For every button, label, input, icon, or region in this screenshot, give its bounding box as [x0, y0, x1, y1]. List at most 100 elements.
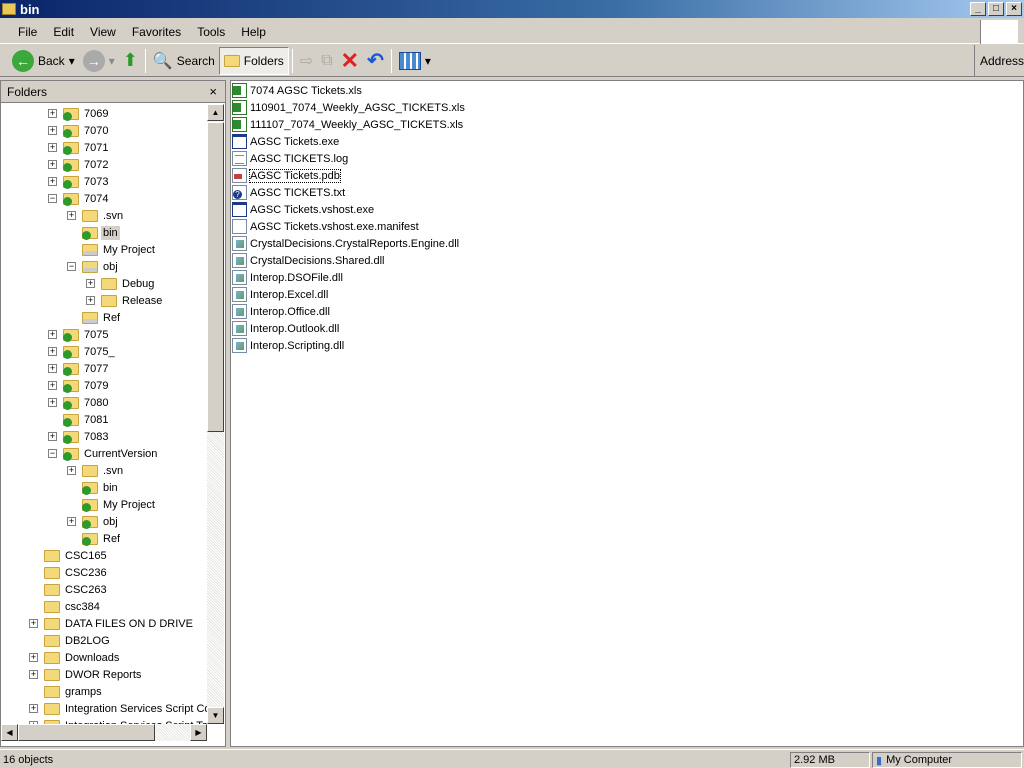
- tree-item[interactable]: +7075: [1, 326, 207, 343]
- maximize-button[interactable]: □: [988, 2, 1004, 16]
- scroll-thumb[interactable]: [18, 724, 155, 741]
- scroll-thumb[interactable]: [207, 122, 224, 432]
- menu-file[interactable]: File: [10, 25, 45, 39]
- file-item[interactable]: 110901_7074_Weekly_AGSC_TICKETS.xls: [232, 99, 465, 116]
- expand-icon[interactable]: +: [29, 653, 38, 662]
- file-item[interactable]: AGSC TICKETS.log: [232, 150, 348, 167]
- tree-item[interactable]: My Project: [1, 496, 207, 513]
- tree-item[interactable]: +7073: [1, 173, 207, 190]
- tree-item[interactable]: + obj: [1, 513, 207, 530]
- expand-icon[interactable]: +: [86, 279, 95, 288]
- tree-item[interactable]: +7079: [1, 377, 207, 394]
- file-item[interactable]: AGSC Tickets.exe: [232, 133, 339, 150]
- tree-item[interactable]: +7080: [1, 394, 207, 411]
- expand-icon[interactable]: +: [48, 347, 57, 356]
- views-button[interactable]: ▾: [395, 47, 435, 75]
- tree-item[interactable]: + Debug: [1, 275, 207, 292]
- collapse-icon[interactable]: −: [48, 194, 57, 203]
- scroll-up-button[interactable]: ▲: [207, 104, 224, 121]
- tree-item[interactable]: +7075_: [1, 343, 207, 360]
- dropdown-arrow-icon[interactable]: ▾: [69, 54, 75, 68]
- tree-item[interactable]: CSC236: [1, 564, 207, 581]
- tree-item[interactable]: +7071: [1, 139, 207, 156]
- tree-item[interactable]: + Integration Services Script Co: [1, 700, 207, 717]
- tree-item[interactable]: +7072: [1, 156, 207, 173]
- copy-to-button[interactable]: ⧉: [317, 47, 336, 75]
- expand-icon[interactable]: +: [48, 160, 57, 169]
- close-button[interactable]: ×: [1006, 2, 1022, 16]
- file-item[interactable]: Interop.Outlook.dll: [232, 320, 339, 337]
- file-item[interactable]: Interop.Scripting.dll: [232, 337, 344, 354]
- forward-button[interactable]: → ▾: [79, 47, 119, 75]
- expand-icon[interactable]: +: [86, 296, 95, 305]
- expand-icon[interactable]: +: [48, 364, 57, 373]
- collapse-icon[interactable]: −: [48, 449, 57, 458]
- expand-icon[interactable]: +: [48, 177, 57, 186]
- expand-icon[interactable]: +: [48, 398, 57, 407]
- tree-item[interactable]: bin: [1, 479, 207, 496]
- tree-item[interactable]: csc384: [1, 598, 207, 615]
- file-item[interactable]: AGSC Tickets.vshost.exe: [232, 201, 374, 218]
- tree-item[interactable]: +7083: [1, 428, 207, 445]
- tree-item[interactable]: +7077: [1, 360, 207, 377]
- expand-icon[interactable]: +: [67, 211, 76, 220]
- file-item[interactable]: CrystalDecisions.CrystalReports.Engine.d…: [232, 235, 459, 252]
- tree-item[interactable]: + Release: [1, 292, 207, 309]
- file-item[interactable]: 111107_7074_Weekly_AGSC_TICKETS.xls: [232, 116, 463, 133]
- expand-icon[interactable]: +: [48, 381, 57, 390]
- expand-icon[interactable]: +: [29, 619, 38, 628]
- up-button[interactable]: ⬆: [119, 47, 142, 75]
- expand-icon[interactable]: +: [29, 704, 38, 713]
- menu-view[interactable]: View: [82, 25, 124, 39]
- file-item[interactable]: AGSC Tickets.pdb: [232, 167, 341, 184]
- expand-icon[interactable]: +: [48, 126, 57, 135]
- tree-item[interactable]: − CurrentVersion: [1, 445, 207, 462]
- tree-item[interactable]: CSC165: [1, 547, 207, 564]
- scroll-down-button[interactable]: ▼: [207, 707, 224, 724]
- vertical-scrollbar[interactable]: ▲ ▼: [207, 104, 224, 724]
- horizontal-scrollbar[interactable]: ◀ ▶: [1, 724, 207, 741]
- dropdown-arrow-icon[interactable]: ▾: [109, 54, 115, 68]
- tree-item[interactable]: DB2LOG: [1, 632, 207, 649]
- expand-icon[interactable]: +: [48, 432, 57, 441]
- file-item[interactable]: Interop.Excel.dll: [232, 286, 328, 303]
- delete-button[interactable]: ✕: [337, 47, 363, 75]
- tree-item[interactable]: + DATA FILES ON D DRIVE: [1, 615, 207, 632]
- file-item[interactable]: Interop.DSOFile.dll: [232, 269, 343, 286]
- tree-item[interactable]: + .svn: [1, 207, 207, 224]
- back-button[interactable]: ← Back ▾: [8, 47, 79, 75]
- expand-icon[interactable]: +: [48, 330, 57, 339]
- tree-item[interactable]: + DWOR Reports: [1, 666, 207, 683]
- close-pane-icon[interactable]: ×: [209, 84, 217, 99]
- menu-tools[interactable]: Tools: [189, 25, 233, 39]
- expand-icon[interactable]: +: [48, 143, 57, 152]
- undo-button[interactable]: ↶: [363, 47, 388, 75]
- tree-item[interactable]: − obj: [1, 258, 207, 275]
- tree-item[interactable]: CSC263: [1, 581, 207, 598]
- expand-icon[interactable]: +: [67, 466, 76, 475]
- tree-item[interactable]: gramps: [1, 683, 207, 700]
- expand-icon[interactable]: +: [48, 109, 57, 118]
- tree-item[interactable]: 7081: [1, 411, 207, 428]
- scroll-right-button[interactable]: ▶: [190, 724, 207, 741]
- tree-item[interactable]: + Downloads: [1, 649, 207, 666]
- collapse-icon[interactable]: −: [67, 262, 76, 271]
- tree-item[interactable]: Ref: [1, 530, 207, 547]
- file-item[interactable]: Interop.Office.dll: [232, 303, 330, 320]
- tree-item[interactable]: Ref: [1, 309, 207, 326]
- expand-icon[interactable]: +: [67, 517, 76, 526]
- tree-item[interactable]: +Integration Services Script Ta: [1, 717, 207, 724]
- expand-icon[interactable]: +: [29, 670, 38, 679]
- file-item[interactable]: CrystalDecisions.Shared.dll: [232, 252, 385, 269]
- file-item[interactable]: AGSC Tickets.vshost.exe.manifest: [232, 218, 419, 235]
- tree-item[interactable]: + .svn: [1, 462, 207, 479]
- file-item[interactable]: AGSC TICKETS.txt: [232, 184, 345, 201]
- tree-item[interactable]: My Project: [1, 241, 207, 258]
- file-item[interactable]: 7074 AGSC Tickets.xls: [232, 82, 362, 99]
- scroll-left-button[interactable]: ◀: [1, 724, 18, 741]
- address-label[interactable]: Address: [974, 45, 1024, 76]
- search-button[interactable]: 🔍 Search: [149, 47, 219, 75]
- move-to-button[interactable]: ⇨: [296, 47, 317, 75]
- menu-favorites[interactable]: Favorites: [124, 25, 189, 39]
- menu-edit[interactable]: Edit: [45, 25, 82, 39]
